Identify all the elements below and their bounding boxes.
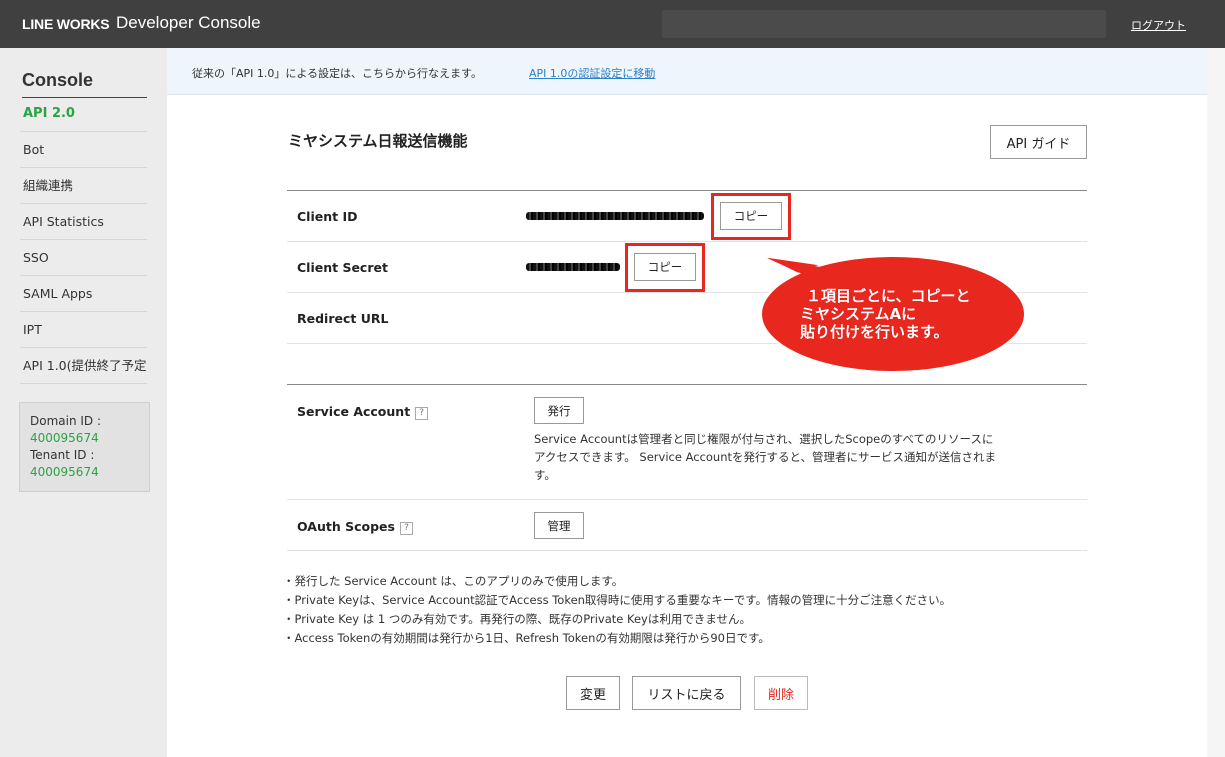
back-to-list-button[interactable]: リストに戻る: [632, 676, 741, 710]
sidebar: Console API 2.0 Bot 組織連携 API Statistics …: [0, 48, 167, 757]
sidebar-item-sso[interactable]: SSO: [20, 240, 147, 276]
copy-client-secret-button[interactable]: コピー: [634, 253, 696, 281]
sidebar-item-org-link[interactable]: 組織連携: [20, 168, 147, 204]
note-item: Access Tokenの有効期間は発行から1日、Refresh Tokenの有…: [285, 629, 951, 648]
notes-list: 発行した Service Account は、このアプリのみで使用します。 Pr…: [285, 572, 952, 648]
tenant-id-label: Tenant ID :: [30, 448, 95, 462]
client-secret-label: Client Secret: [297, 260, 388, 275]
brand-logo: LINE WORKS: [22, 16, 110, 32]
banner-text: 従来の「API 1.0」による設定は、こちらから行なえます。: [192, 67, 482, 80]
top-bar: LINE WORKS Developer Console ログアウト: [0, 0, 1225, 48]
logout-link[interactable]: ログアウト: [1131, 17, 1186, 33]
redacted-area: [662, 10, 1106, 38]
row-divider: [287, 343, 1087, 344]
row-divider: [287, 550, 1087, 551]
sidebar-item-saml-apps[interactable]: SAML Apps: [20, 276, 147, 312]
delete-button[interactable]: 削除: [754, 676, 808, 710]
domain-id-value: 400095674: [30, 431, 99, 445]
callout-line: 貼り付けを行います。: [800, 323, 949, 341]
sidebar-item-api-statistics[interactable]: API Statistics: [20, 204, 147, 240]
copy-client-id-button[interactable]: コピー: [720, 202, 782, 230]
api1-settings-link[interactable]: API 1.0の認証設定に移動: [529, 65, 655, 81]
row-divider: [287, 499, 1087, 500]
oauth-scopes-label: OAuth Scopes?: [297, 519, 413, 535]
client-id-label: Client ID: [297, 209, 358, 224]
help-icon[interactable]: ?: [399, 522, 413, 535]
console-title: Developer Console: [116, 13, 261, 32]
sidebar-item-api-2[interactable]: API 2.0: [20, 96, 147, 132]
sidebar-item-ipt[interactable]: IPT: [20, 312, 147, 348]
api-guide-button[interactable]: API ガイド: [990, 125, 1087, 159]
info-banner: 従来の「API 1.0」による設定は、こちらから行なえます。 API 1.0の認…: [167, 48, 1207, 95]
app-name: ミヤシステム日報送信機能: [288, 132, 468, 150]
client-id-masked-value: [526, 212, 704, 220]
edit-button[interactable]: 変更: [566, 676, 620, 710]
callout-text: １項目ごとに、コピーと ミヤシステムAに 貼り付けを行います。: [800, 287, 1000, 341]
sidebar-item-api-1[interactable]: API 1.0(提供終了予定): [20, 348, 147, 384]
service-account-label-text: Service Account: [297, 404, 411, 419]
note-item: Private Key は 1 つのみ有効です。再発行の際、既存のPrivate…: [285, 610, 951, 629]
redirect-url-label: Redirect URL: [297, 311, 389, 326]
domain-id-label: Domain ID :: [30, 414, 102, 428]
callout-line: １項目ごとに、コピーと: [806, 287, 971, 305]
client-secret-masked-value: [526, 263, 620, 271]
issue-service-account-button[interactable]: 発行: [534, 397, 584, 424]
note-item: Private Keyは、Service Account認証でAccess To…: [285, 591, 952, 610]
main-panel: [167, 95, 1207, 757]
callout-line: ミヤシステムAに: [800, 305, 917, 323]
section-divider: [287, 190, 1087, 191]
row-divider: [287, 241, 1087, 242]
help-icon[interactable]: ?: [415, 407, 429, 420]
id-info-box: Domain ID : 400095674 Tenant ID : 400095…: [19, 402, 150, 492]
manage-scopes-button[interactable]: 管理: [534, 512, 584, 539]
sidebar-title: Console: [22, 70, 147, 98]
service-account-description: Service Accountは管理者と同じ権限が付与され、選択したScopeの…: [534, 432, 997, 482]
service-account-label: Service Account?: [297, 404, 429, 420]
section-divider: [287, 384, 1087, 385]
oauth-scopes-label-text: OAuth Scopes: [297, 519, 395, 534]
sidebar-nav: API 2.0 Bot 組織連携 API Statistics SSO SAML…: [20, 96, 147, 384]
note-item: 発行した Service Account は、このアプリのみで使用します。: [285, 572, 951, 591]
sidebar-item-bot[interactable]: Bot: [20, 132, 147, 168]
tenant-id-value: 400095674: [30, 465, 99, 479]
